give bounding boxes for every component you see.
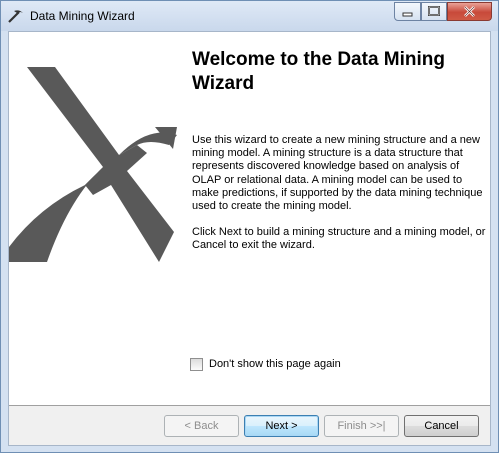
pickaxe-graphic: [9, 67, 177, 262]
finish-button[interactable]: Finish >>|: [324, 415, 399, 437]
maximize-icon: [422, 3, 446, 20]
minimize-button[interactable]: [394, 2, 421, 21]
pickaxe-icon: [7, 8, 25, 24]
minimize-icon: [395, 3, 420, 20]
close-button[interactable]: [447, 2, 492, 21]
wizard-window: Data Mining Wizard Welcome to the Data M…: [0, 0, 499, 453]
next-button[interactable]: Next >: [244, 415, 319, 437]
instruction-text: Click Next to build a mining structure a…: [192, 226, 486, 252]
back-button[interactable]: < Back: [164, 415, 239, 437]
cancel-button[interactable]: Cancel: [404, 415, 479, 437]
dont-show-again-checkbox[interactable]: [190, 358, 203, 371]
welcome-page: Welcome to the Data Mining Wizard Use th…: [9, 32, 490, 405]
close-icon: [448, 3, 491, 20]
title-bar[interactable]: Data Mining Wizard: [1, 1, 498, 31]
wizard-client-area: Welcome to the Data Mining Wizard Use th…: [8, 31, 491, 446]
page-title: Welcome to the Data Mining Wizard: [192, 49, 446, 94]
maximize-button[interactable]: [421, 2, 447, 21]
footer-separator: [9, 405, 490, 406]
description-text: Use this wizard to create a new mining s…: [192, 134, 483, 213]
window-title: Data Mining Wizard: [30, 9, 135, 23]
dont-show-again-label[interactable]: Don't show this page again: [209, 358, 341, 370]
